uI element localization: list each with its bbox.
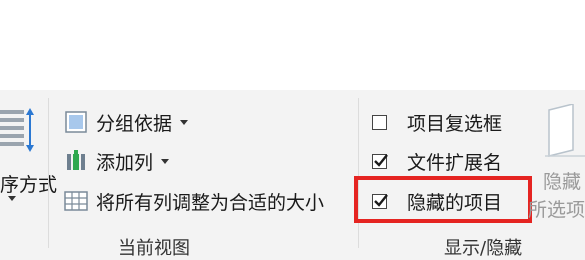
group-by-icon	[64, 110, 88, 134]
file-name-extensions-checkbox[interactable]	[372, 153, 388, 169]
sort-by-icon[interactable]	[0, 106, 34, 156]
hide-selected-label[interactable]: 隐藏	[543, 170, 581, 194]
chevron-down-icon[interactable]	[8, 196, 16, 201]
item-checkboxes-label: 项目复选框	[407, 112, 503, 135]
chevron-down-icon	[180, 119, 189, 125]
add-columns-icon	[64, 149, 88, 173]
add-columns-label: 添加列	[96, 151, 154, 174]
file-name-extensions-option[interactable]: 文件扩展名	[372, 146, 502, 176]
highlight-box	[354, 176, 532, 223]
size-all-columns-label: 将所有列调整为合适的大小	[96, 191, 325, 214]
group-divider	[48, 98, 49, 248]
item-checkboxes-option[interactable]: 项目复选框	[372, 107, 502, 137]
group-divider	[358, 98, 359, 248]
item-checkboxes-checkbox[interactable]	[372, 114, 387, 130]
size-all-columns-button[interactable]: 将所有列调整为合适的大小	[64, 186, 324, 216]
chevron-down-icon	[161, 158, 170, 164]
add-columns-button[interactable]: 添加列	[64, 146, 170, 176]
group-by-label: 分组依据	[96, 112, 173, 135]
hide-selected-label-line2[interactable]: 所选项	[528, 195, 585, 222]
window-top-area	[0, 0, 585, 90]
file-name-extensions-label: 文件扩展名	[407, 151, 503, 174]
show-hide-group-label: 显示/隐藏	[444, 238, 523, 259]
checkmark-icon	[374, 153, 388, 167]
hide-selected-icon[interactable]	[541, 103, 585, 160]
group-by-button[interactable]: 分组依据	[64, 107, 189, 137]
size-columns-icon	[64, 189, 88, 213]
current-view-group-label: 当前视图	[118, 238, 190, 259]
